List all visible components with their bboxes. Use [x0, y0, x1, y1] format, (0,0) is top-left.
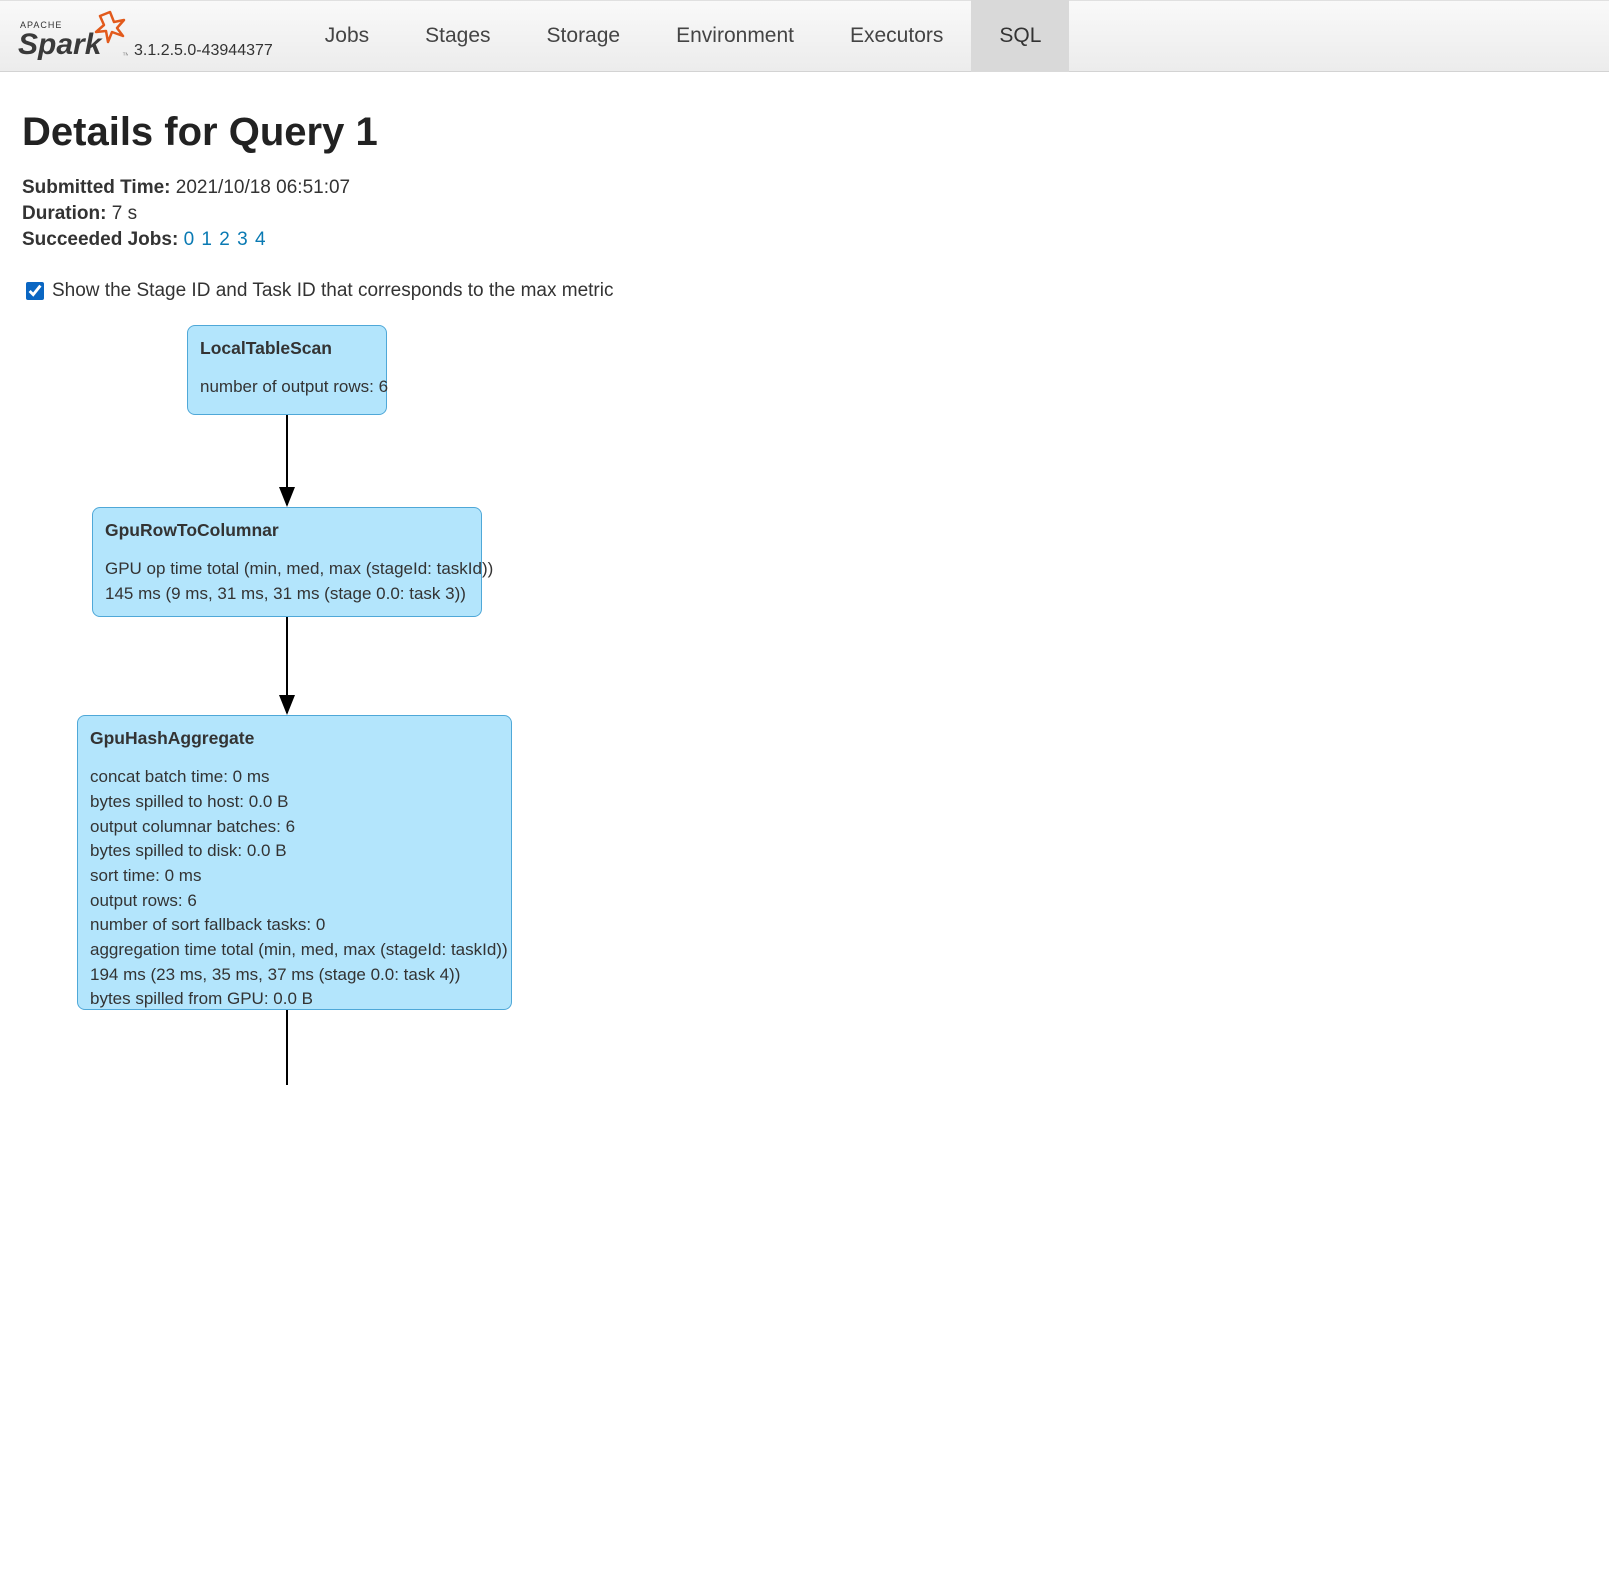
nav-executors[interactable]: Executors [822, 0, 971, 72]
submitted-time-value: 2021/10/18 06:51:07 [176, 177, 350, 198]
dag-node-gpuhashaggregate[interactable]: GpuHashAggregate concat batch time: 0 ms… [77, 715, 512, 1010]
show-stage-task-label: Show the Stage ID and Task ID that corre… [52, 280, 613, 302]
top-navbar: APACHE Spark ™ 3.1.2.5.0-43944377 Jobs S… [0, 0, 1609, 72]
node-metric: number of sort fallback tasks: 0 [90, 913, 499, 938]
job-link-3[interactable]: 3 [237, 229, 248, 250]
submitted-time-row: Submitted Time: 2021/10/18 06:51:07 [22, 177, 1587, 199]
node-metric: bytes spilled from GPU: 0.0 B [90, 987, 499, 1010]
nav-items: Jobs Stages Storage Environment Executor… [297, 0, 1591, 72]
node-metric: 145 ms (9 ms, 31 ms, 31 ms (stage 0.0: t… [105, 582, 469, 607]
nav-sql[interactable]: SQL [971, 0, 1069, 72]
node-metric: output columnar batches: 6 [90, 815, 499, 840]
submitted-time-label: Submitted Time: [22, 177, 171, 198]
brand: APACHE Spark ™ 3.1.2.5.0-43944377 [18, 10, 273, 62]
spark-logo-icon: APACHE Spark ™ [18, 10, 128, 62]
node-metric: number of output rows: 6 [200, 375, 374, 400]
page-body: Details for Query 1 Submitted Time: 2021… [0, 72, 1609, 1113]
node-metric: 194 ms (23 ms, 35 ms, 37 ms (stage 0.0: … [90, 963, 499, 988]
node-metric: bytes spilled to host: 0.0 B [90, 790, 499, 815]
node-metric: bytes spilled to disk: 0.0 B [90, 839, 499, 864]
nav-environment[interactable]: Environment [648, 0, 822, 72]
job-link-4[interactable]: 4 [255, 229, 266, 250]
dag-node-localtablescan[interactable]: LocalTableScan number of output rows: 6 [187, 325, 387, 415]
node-metric: aggregation time total (min, med, max (s… [90, 938, 499, 963]
spark-version: 3.1.2.5.0-43944377 [134, 42, 273, 62]
nav-stages[interactable]: Stages [397, 0, 518, 72]
page-title: Details for Query 1 [22, 110, 1587, 155]
duration-row: Duration: 7 s [22, 203, 1587, 225]
nav-jobs[interactable]: Jobs [297, 0, 397, 72]
job-link-1[interactable]: 1 [201, 229, 212, 250]
job-link-2[interactable]: 2 [219, 229, 230, 250]
node-metric: sort time: 0 ms [90, 864, 499, 889]
svg-text:Spark: Spark [18, 28, 103, 61]
succeeded-jobs-row: Succeeded Jobs: 0 1 2 3 4 [22, 229, 1587, 251]
show-stage-task-row: Show the Stage ID and Task ID that corre… [22, 279, 1587, 303]
node-title: LocalTableScan [200, 336, 374, 361]
svg-text:™: ™ [122, 51, 128, 60]
node-title: GpuRowToColumnar [105, 518, 469, 543]
node-metric: output rows: 6 [90, 889, 499, 914]
dag-node-gpurowtocolumnar[interactable]: GpuRowToColumnar GPU op time total (min,… [92, 507, 482, 617]
nav-storage[interactable]: Storage [519, 0, 649, 72]
succeeded-jobs-label: Succeeded Jobs: [22, 229, 178, 250]
duration-value: 7 s [112, 203, 137, 224]
node-metric: concat batch time: 0 ms [90, 765, 499, 790]
node-metric: GPU op time total (min, med, max (stageI… [105, 557, 469, 582]
query-plan-dag: LocalTableScan number of output rows: 6 … [22, 325, 1587, 1085]
show-stage-task-checkbox[interactable] [26, 282, 44, 300]
node-title: GpuHashAggregate [90, 726, 499, 751]
duration-label: Duration: [22, 203, 106, 224]
job-link-0[interactable]: 0 [184, 229, 195, 250]
